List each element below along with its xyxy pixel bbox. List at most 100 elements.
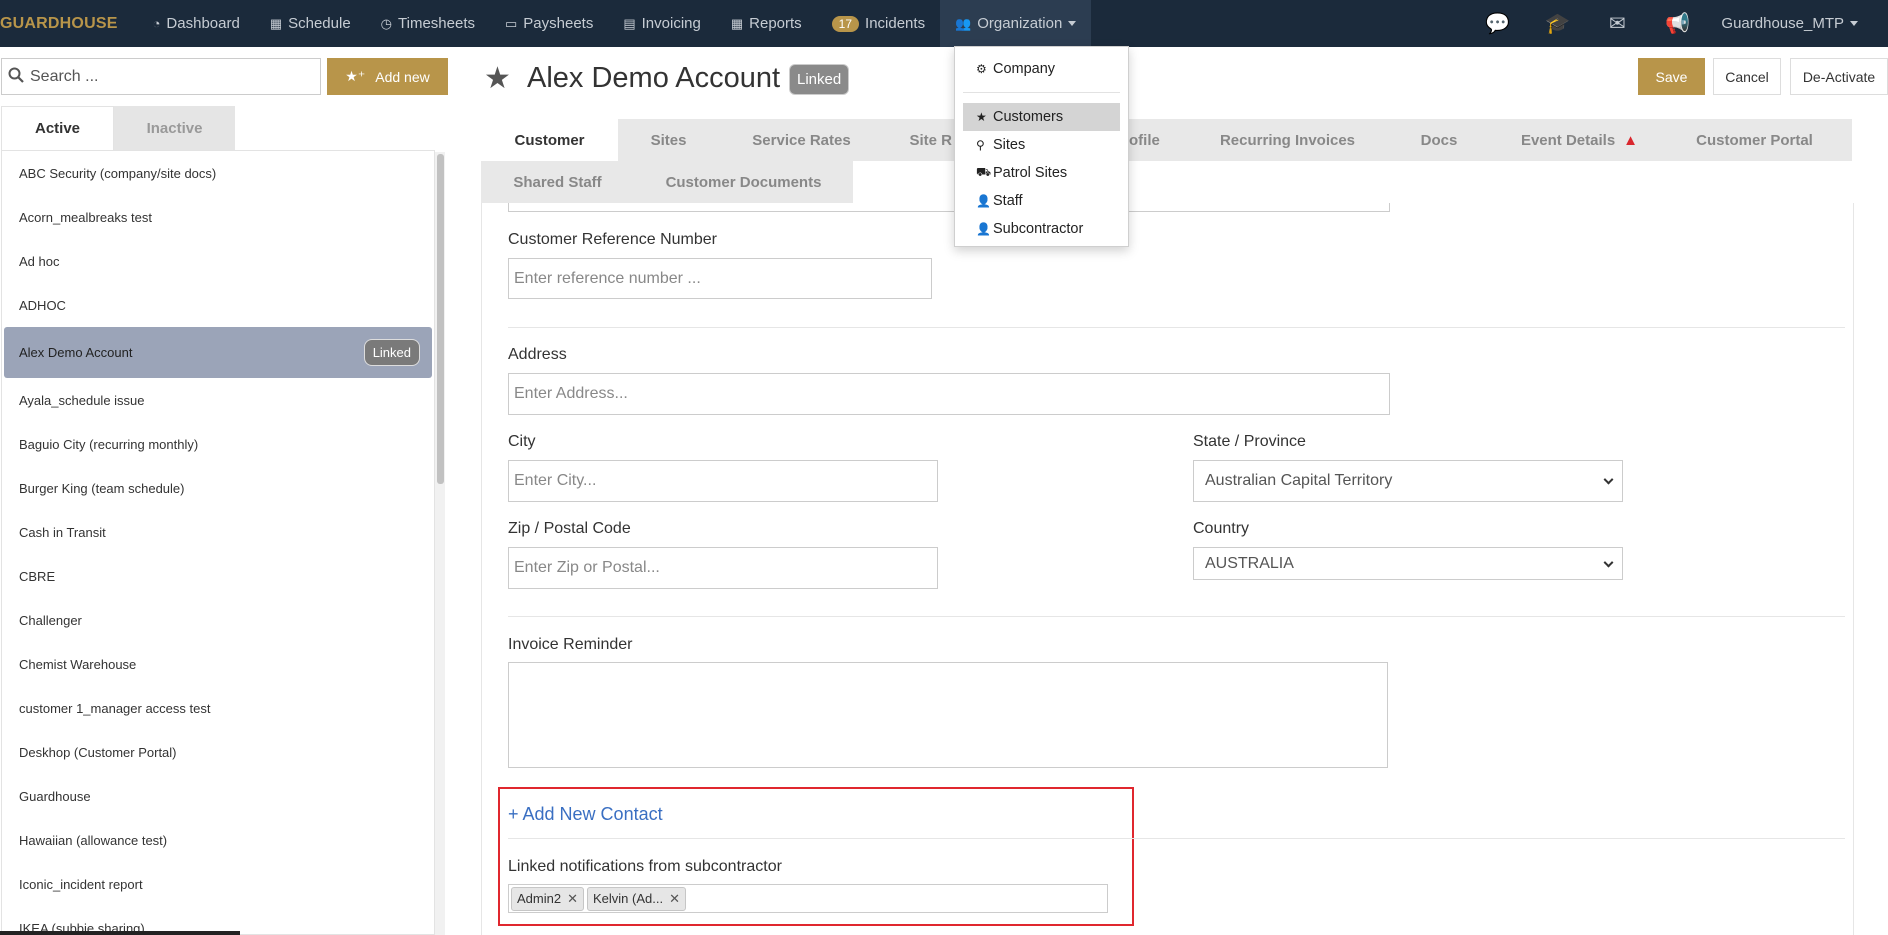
nav-label: Paysheets [523,15,594,32]
zip-input[interactable] [508,547,938,589]
graduation-cap-icon[interactable]: 🎓 [1527,11,1587,36]
country-value: AUSTRALIA [1205,554,1294,572]
reference-input[interactable] [508,258,932,299]
list-item[interactable]: Chemist Warehouse [2,642,434,686]
state-select[interactable]: Australian Capital Territory [1193,460,1623,502]
dropdown-item-company[interactable]: ⚙ Company [955,55,1128,83]
add-new-contact-link[interactable]: + Add New Contact [508,804,663,825]
dropdown-item-sites[interactable]: ⚲ Sites [955,131,1128,159]
list-item[interactable]: Iconic_incident report [2,862,434,906]
tab-service-rates[interactable]: Service Rates [719,119,884,161]
dropdown-item-patrol-sites[interactable]: ⛟ Patrol Sites [955,159,1128,187]
list-item[interactable]: Cash in Transit [2,510,434,554]
nav-organization-label: Organization [977,15,1063,32]
invoice-reminder-textarea[interactable] [508,662,1388,768]
add-new-label: Add new [375,68,430,85]
list-item[interactable]: CBRE [2,554,434,598]
nav-incidents[interactable]: 17 Incidents [817,0,940,47]
list-item[interactable]: Guardhouse [2,774,434,818]
incidents-count-badge: 17 [831,15,860,32]
list-item[interactable]: Alex Demo Account Linked [4,327,432,378]
list-item[interactable]: Deskhop (Customer Portal) [2,730,434,774]
dropdown-divider [963,92,1120,93]
sidebar-scrollbar-thumb[interactable] [437,154,444,484]
nav-dashboard[interactable]: ◔ Dashboard [138,0,255,47]
nav-organization[interactable]: 👥 Organization [940,0,1092,47]
dropdown-item-staff[interactable]: 👤 Staff [955,187,1128,215]
tab-docs[interactable]: Docs [1376,119,1502,161]
tab-event-details-label: Event Details [1520,131,1616,149]
close-icon[interactable]: ✕ [567,891,578,907]
dropdown-item-customers[interactable]: ★ Customers [963,103,1120,131]
list-item[interactable]: Acorn_mealbreaks test [2,195,434,239]
linked-notifications-input[interactable]: Admin2 ✕ Kelvin (Ad... ✕ [508,884,1108,913]
tab-shared-staff[interactable]: Shared Staff [481,161,634,203]
tab-sites[interactable]: Sites [618,119,719,161]
nav-label: Reports [749,15,802,32]
tab-inactive[interactable]: Inactive [114,106,235,150]
nav-reports[interactable]: ▦ Reports [716,0,817,47]
warning-icon: ▲ [1623,131,1639,149]
tab-active[interactable]: Active [1,106,114,150]
list-item-label: CBRE [19,568,56,584]
tab-profile[interactable]: ofile [1129,119,1199,161]
divider [508,327,1845,328]
address-input[interactable] [508,373,1390,415]
megaphone-icon[interactable]: 📢 [1647,11,1707,36]
caret-down-icon [1068,21,1077,26]
search-input[interactable] [30,67,310,86]
list-item[interactable]: Baguio City (recurring monthly) [2,422,434,466]
user-menu[interactable]: Guardhouse_MTP [1707,15,1888,32]
save-button[interactable]: Save [1638,58,1705,95]
list-item[interactable]: ADHOC [2,283,434,327]
close-icon[interactable]: ✕ [669,891,680,907]
page-title: Alex Demo Account [527,62,781,94]
list-item[interactable]: Burger King (team schedule) [2,466,434,510]
star-plus-icon: ★⁺ [345,68,366,84]
add-new-button[interactable]: ★⁺ Add new [327,58,448,95]
dropdown-item-subcontractor[interactable]: 👤 Subcontractor [955,215,1128,243]
nav-schedule[interactable]: ▦ Schedule [255,0,366,47]
envelope-icon[interactable]: ✉ [1587,11,1647,36]
tab-customer-portal[interactable]: Customer Portal [1657,119,1852,161]
star-icon: ★ [484,62,511,95]
reference-label: Customer Reference Number [508,231,717,248]
linked-notifications-label: Linked notifications from subcontractor [508,858,782,875]
tab-event-details[interactable]: Event Details ▲ [1502,119,1657,161]
list-item[interactable]: Ad hoc [2,239,434,283]
search-icon [8,67,24,87]
brand-logo[interactable]: GUARDHOUSE [0,15,118,33]
state-value: Australian Capital Territory [1205,472,1393,489]
deactivate-button[interactable]: De-Activate [1790,58,1888,95]
cancel-button[interactable]: Cancel [1713,58,1781,95]
country-select[interactable]: AUSTRALIA [1193,547,1623,580]
chat-icon[interactable]: 💬 [1467,11,1527,36]
zip-label: Zip / Postal Code [508,520,631,537]
list-item-label: Challenger [19,612,82,628]
list-item[interactable]: customer 1_manager access test [2,686,434,730]
list-item-label: Chemist Warehouse [19,656,137,672]
tag-label: Kelvin (Ad... [592,891,664,906]
car-icon: ⛟ [976,165,992,179]
list-item[interactable]: Challenger [2,598,434,642]
list-item[interactable]: Hawaiian (allowance test) [2,818,434,862]
tag-label: Admin2 [517,891,562,906]
search-box [1,58,321,95]
input-field-fragment[interactable] [508,203,1390,212]
nav-timesheets[interactable]: ◷ Timesheets [366,0,490,47]
list-item-label: customer 1_manager access test [19,700,211,716]
nav-label: Timesheets [398,15,475,32]
tab-recurring-invoices[interactable]: Recurring Invoices [1199,119,1376,161]
nav-paysheets[interactable]: ▭ Paysheets [490,0,608,47]
list-item[interactable]: Ayala_schedule issue [2,378,434,422]
list-item-label: ADHOC [19,297,66,313]
nav-incidents-label: Incidents [865,15,926,32]
list-item[interactable]: ABC Security (company/site docs) [2,151,434,195]
bottom-strip [0,931,240,935]
tab-customer-documents[interactable]: Customer Documents [634,161,853,203]
list-item-label: Ayala_schedule issue [19,392,145,408]
nav-invoicing[interactable]: ▤ Invoicing [608,0,716,47]
city-input[interactable] [508,460,938,502]
tab-site-rates[interactable]: Site R [884,119,954,161]
tab-customer[interactable]: Customer [481,119,618,161]
